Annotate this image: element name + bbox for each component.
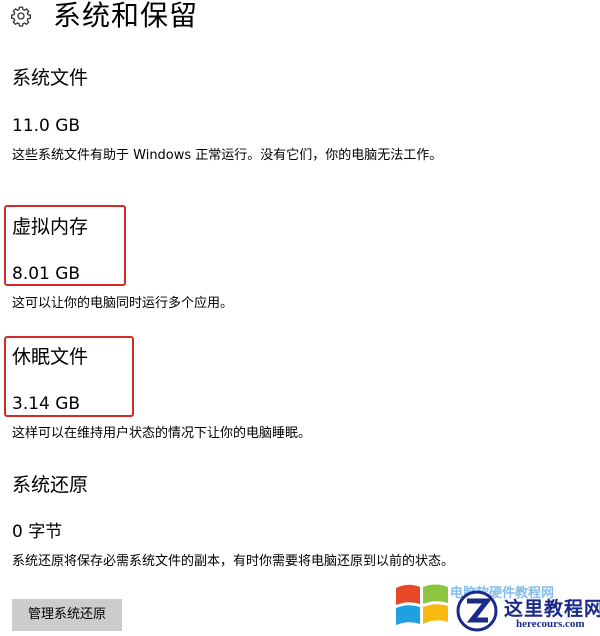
section-description-system-restore: 系统还原将保存必需系统文件的副本，有时你需要将电脑还原到以前的状态。 bbox=[12, 554, 455, 569]
section-description-virtual-memory: 这可以让你的电脑同时运行多个应用。 bbox=[12, 296, 234, 311]
manage-system-restore-button[interactable]: 管理系统还原 bbox=[12, 599, 122, 631]
section-description-hibernation-file: 这样可以在维持用户状态的情况下让你的电脑睡眠。 bbox=[12, 426, 312, 441]
gear-icon bbox=[11, 6, 31, 27]
section-size-system-files: 11.0 GB bbox=[12, 116, 81, 136]
section-size-system-restore: 0 字节 bbox=[12, 522, 63, 542]
section-heading-virtual-memory: 虚拟内存 bbox=[12, 216, 89, 238]
section-heading-system-files: 系统文件 bbox=[12, 67, 89, 89]
watermark-url: herecours.com bbox=[516, 618, 585, 630]
section-size-virtual-memory: 8.01 GB bbox=[12, 264, 81, 284]
section-heading-hibernation-file: 休眠文件 bbox=[12, 346, 89, 368]
windows-logo-icon bbox=[396, 584, 448, 625]
page-title: 系统和保留 bbox=[53, 0, 199, 32]
section-size-hibernation-file: 3.14 GB bbox=[12, 394, 81, 414]
z-logo-icon bbox=[456, 590, 498, 632]
watermark-site-name: 这里教程网 bbox=[504, 598, 600, 620]
section-description-system-files: 这些系统文件有助于 Windows 正常运行。没有它们，你的电脑无法工作。 bbox=[12, 148, 443, 163]
section-heading-system-restore: 系统还原 bbox=[12, 474, 89, 496]
watermark: 电脑软硬件教程网 这里教程网 herecours.com bbox=[390, 572, 600, 636]
